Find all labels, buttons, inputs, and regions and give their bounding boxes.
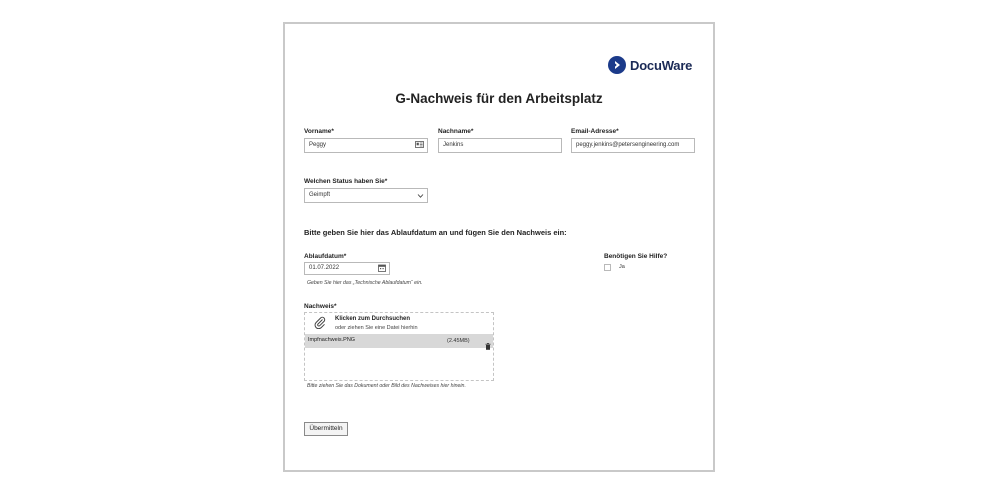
docuware-logo: DocuWare (608, 55, 692, 75)
ablaufdatum-label: Ablaufdatum* (304, 253, 347, 260)
trash-icon[interactable] (485, 337, 491, 355)
uploaded-file-row[interactable]: Impfnachweis.PNG (2.45MB) (305, 334, 493, 350)
hilfe-checkbox[interactable] (604, 264, 611, 271)
nachweis-hint: Bitte ziehen Sie das Dokument oder Bild … (307, 383, 466, 389)
hilfe-label: Benötigen Sie Hilfe? (604, 253, 668, 260)
ablaufdatum-hint: Geben Sie hier das „Technische Ablaufdat… (307, 280, 423, 286)
status-value: Geimpft (309, 192, 331, 198)
file-upload-dropzone[interactable]: Klicken zum Durchsuchen oder ziehen Sie … (304, 312, 494, 381)
vorname-value: Peggy (309, 142, 327, 148)
email-value: peggy.jenkins@petersengineering.com (576, 142, 680, 148)
drag-hint: oder ziehen Sie eine Datei hierhin (335, 325, 418, 331)
browse-area[interactable]: Klicken zum Durchsuchen oder ziehen Sie … (305, 313, 493, 333)
browse-label: Klicken zum Durchsuchen (335, 316, 411, 322)
file-size: (2.45MB) (447, 338, 470, 344)
ablaufdatum-field[interactable]: 01.07.2022 (304, 262, 390, 275)
logo-text: DocuWare (630, 57, 693, 73)
nachname-field[interactable]: Jenkins (438, 138, 562, 153)
vorname-label: Vorname* (304, 128, 334, 135)
email-field[interactable]: peggy.jenkins@petersengineering.com (571, 138, 695, 153)
section-heading: Bitte geben Sie hier das Ablaufdatum an … (304, 228, 567, 237)
page-title: G-Nachweis für den Arbeitsplatz (395, 91, 603, 106)
docuware-logo-icon (608, 56, 626, 74)
contact-card-icon[interactable] (415, 141, 424, 152)
nachweis-label: Nachweis* (304, 303, 337, 310)
email-label: Email-Adresse* (571, 128, 619, 135)
file-name: Impfnachweis.PNG (308, 337, 356, 343)
status-label: Welchen Status haben Sie* (304, 178, 388, 185)
nachname-label: Nachname* (438, 128, 474, 135)
ablaufdatum-value: 01.07.2022 (309, 265, 340, 271)
form-frame (283, 22, 715, 472)
vorname-field[interactable]: Peggy (304, 138, 428, 153)
paperclip-icon (314, 316, 326, 334)
hilfe-option-label: Ja (619, 264, 625, 270)
status-select[interactable]: Geimpft (304, 188, 428, 203)
submit-button[interactable]: Übermitteln (304, 422, 348, 436)
calendar-icon[interactable] (378, 264, 386, 274)
nachname-value: Jenkins (443, 142, 464, 148)
chevron-down-icon (417, 192, 424, 202)
